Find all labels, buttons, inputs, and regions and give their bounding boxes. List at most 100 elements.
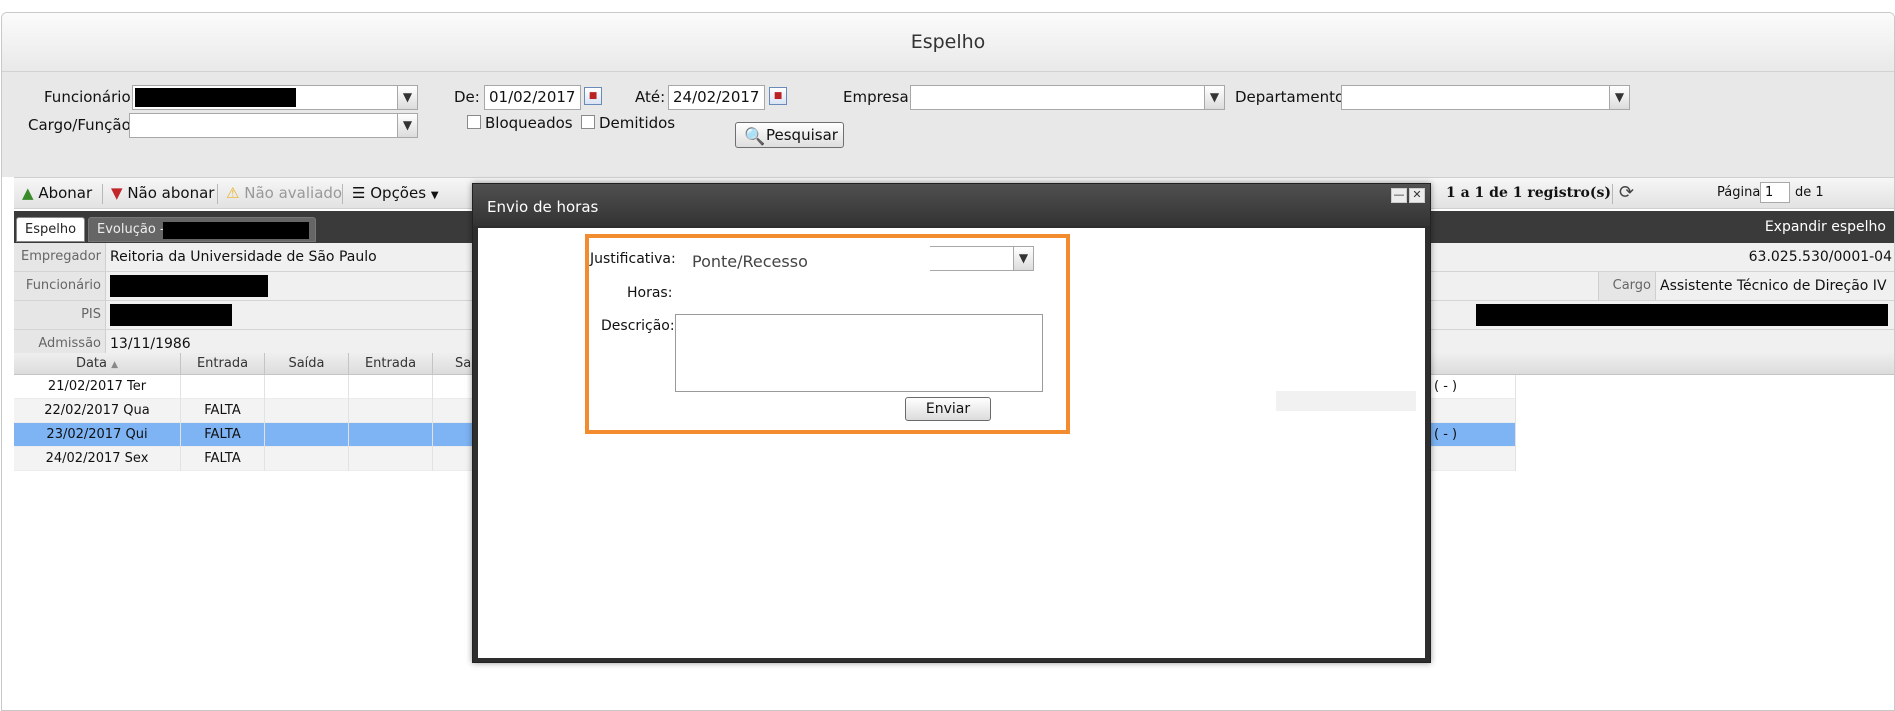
cargo-label: Cargo/Função: — [28, 116, 136, 134]
pagina-label: Página — [1717, 185, 1761, 200]
col-entrada-2[interactable]: Entrada — [349, 353, 433, 375]
nao-abonar-label: Não abonar — [127, 184, 215, 202]
cell-status: ( - ) — [1432, 423, 1516, 447]
pesquisar-button[interactable]: 🔍 Pesquisar — [735, 122, 844, 148]
dialog-title: Envio de horas — [473, 184, 1430, 226]
departamento-select[interactable]: ▼ — [1341, 85, 1630, 110]
cell-entrada-2 — [349, 423, 433, 447]
cell-status: ( - ) — [1432, 375, 1516, 399]
funcionario-select[interactable]: ▼ — [132, 85, 418, 110]
funcionario-label: Funcionário — [14, 272, 106, 300]
tab-evolucao-label: Evolução - — [97, 222, 165, 237]
cell-entrada — [181, 375, 265, 399]
thumbs-down-icon: ▼ — [111, 184, 123, 202]
enviar-button[interactable]: Enviar — [905, 397, 991, 421]
cell-data: 23/02/2017 Qui — [14, 423, 181, 447]
thumbs-up-icon: ▲ — [22, 184, 34, 202]
faded-cell — [1276, 391, 1416, 411]
record-count: 1 a 1 de 1 registro(s) — [1446, 185, 1611, 201]
expandir-espelho-link[interactable]: Expandir espelho — [1765, 211, 1886, 243]
redacted-field — [1476, 304, 1888, 326]
window-title: Espelho — [2, 13, 1894, 72]
redacted-name — [163, 222, 309, 239]
opcoes-label: Opções — [370, 184, 427, 202]
chevron-down-icon[interactable]: ▼ — [1013, 247, 1033, 270]
cell-data: 22/02/2017 Qua — [14, 399, 181, 423]
cell-saida — [265, 375, 349, 399]
nao-avaliado-label: Não avaliado — [244, 184, 343, 202]
cell-entrada: FALTA — [181, 399, 265, 423]
page-input[interactable]: 1 — [1760, 182, 1790, 203]
cell-entrada-2 — [349, 447, 433, 471]
cargo-label: Cargo — [1598, 272, 1656, 300]
demitidos-checkbox[interactable] — [581, 115, 595, 129]
search-icon: 🔍 — [744, 127, 766, 147]
mask — [676, 315, 931, 325]
tab-espelho[interactable]: Espelho — [16, 217, 86, 242]
descricao-textarea[interactable] — [675, 314, 1043, 392]
justificativa-select[interactable]: ▼ — [930, 246, 1034, 271]
departamento-label: Departamento: — [1235, 88, 1350, 106]
chevron-down-icon[interactable]: ▼ — [397, 86, 417, 109]
caret-down-icon: ▼ — [430, 190, 439, 201]
dialog-body — [478, 228, 1425, 658]
bloqueados-checkbox[interactable] — [467, 115, 481, 129]
list-icon: ☰ — [352, 184, 366, 202]
chevron-down-icon[interactable]: ▼ — [397, 114, 417, 137]
separator — [102, 184, 103, 204]
redacted-name — [135, 88, 296, 107]
cell-data: 21/02/2017 Ter — [14, 375, 181, 399]
pis-label: PIS — [14, 301, 106, 329]
abonar-label: Abonar — [38, 184, 93, 202]
cell-status — [1432, 447, 1516, 471]
cell-entrada-2 — [349, 399, 433, 423]
chevron-down-icon[interactable]: ▼ — [1204, 86, 1224, 109]
pesquisar-label: Pesquisar — [766, 126, 838, 144]
justificativa-label: Justificativa: — [590, 251, 676, 267]
cell-entrada-2 — [349, 375, 433, 399]
nao-avaliado-button[interactable]: ⚠ Não avaliado — [226, 178, 342, 208]
close-icon[interactable]: ✕ — [1409, 188, 1425, 203]
descricao-label: Descrição: — [601, 318, 675, 334]
tab-evolucao[interactable]: Evolução - — [88, 217, 316, 242]
bloqueados-label: Bloqueados — [485, 114, 573, 132]
separator — [217, 184, 218, 204]
cell-saida — [265, 447, 349, 471]
abonar-button[interactable]: ▲ Abonar — [22, 178, 92, 208]
minimize-icon[interactable]: — — [1391, 188, 1407, 203]
redacted-pis — [110, 304, 232, 326]
warning-icon: ⚠ — [226, 184, 240, 202]
ate-date-input[interactable]: 24/02/2017 — [668, 85, 765, 110]
chevron-down-icon[interactable]: ▼ — [1609, 86, 1629, 109]
col-data-label: Data — [75, 356, 107, 371]
funcionario-label: Funcionário: — [44, 88, 136, 106]
cargo-select[interactable]: ▼ — [129, 113, 418, 138]
empregador-value: Reitoria da Universidade de São Paulo — [110, 249, 377, 265]
de-date-input[interactable]: 01/02/2017 — [484, 85, 581, 110]
cell-entrada: FALTA — [181, 447, 265, 471]
cell-entrada: FALTA — [181, 423, 265, 447]
de-label: De: — [454, 88, 480, 106]
col-saida[interactable]: Saída — [265, 353, 349, 375]
empresa-label: Empresa: — [843, 88, 914, 106]
justificativa-value: Ponte/Recesso — [692, 252, 808, 271]
ate-label: Até: — [635, 88, 666, 106]
calendar-icon[interactable]: ■ — [769, 87, 787, 105]
calendar-icon[interactable]: ■ — [584, 87, 602, 105]
empresa-select[interactable]: ▼ — [910, 85, 1225, 110]
separator — [342, 184, 343, 204]
cell-status — [1432, 399, 1516, 423]
opcoes-menu[interactable]: ☰ Opções ▼ — [352, 178, 439, 208]
cell-data: 24/02/2017 Sex — [14, 447, 181, 471]
filter-bar: Funcionário: ▼ Cargo/Função: ▼ De: 01/02… — [2, 72, 1894, 177]
demitidos-label: Demitidos — [599, 114, 676, 132]
sort-asc-icon: ▲ — [111, 360, 119, 370]
redacted-name — [110, 275, 268, 297]
cell-saida — [265, 399, 349, 423]
refresh-icon[interactable]: ⟳ — [1619, 178, 1634, 208]
cnpj-value: 63.025.530/0001-04 — [1748, 249, 1892, 265]
col-entrada[interactable]: Entrada — [181, 353, 265, 375]
nao-abonar-button[interactable]: ▼ Não abonar — [111, 178, 214, 208]
page-total: de 1 — [1795, 185, 1824, 200]
col-data[interactable]: Data ▲ — [14, 353, 181, 375]
